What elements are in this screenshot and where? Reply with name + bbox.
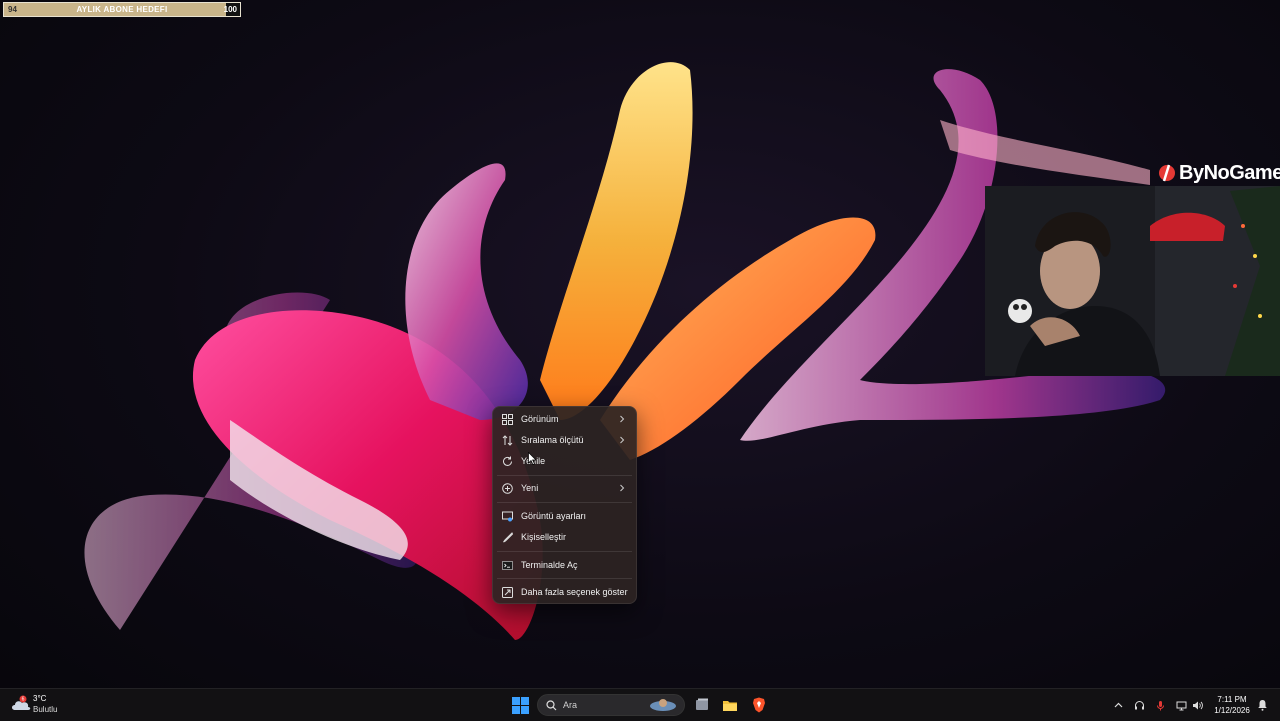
- menu-item-label: Görüntü ayarları: [521, 511, 587, 521]
- search-highlight-icon: [650, 699, 676, 711]
- clock-time: 7:11 PM: [1217, 695, 1247, 704]
- webcam-feed: [985, 186, 1280, 376]
- menu-separator: [497, 475, 632, 476]
- sponsor-mark-icon: [1159, 164, 1175, 182]
- weather-badge: 6: [22, 697, 25, 703]
- terminal-icon: [502, 560, 513, 570]
- headset-icon[interactable]: [1134, 700, 1145, 711]
- menu-item-sort[interactable]: Sıralama ölçütü: [497, 429, 632, 451]
- menu-item-label: Kişiselleştir: [521, 532, 567, 542]
- microphone-icon[interactable]: [1155, 700, 1166, 711]
- menu-item-label: Terminalde Aç: [521, 560, 578, 570]
- file-explorer-icon[interactable]: [722, 697, 738, 713]
- plus-circle-icon: [502, 482, 513, 494]
- menu-item-label: Görünüm: [521, 414, 559, 424]
- search-icon: [546, 700, 557, 711]
- cloud-icon: 6: [12, 695, 31, 710]
- display-icon: [502, 511, 513, 521]
- menu-item-label: Daha fazla seçenek göster: [521, 587, 628, 597]
- menu-item-open-terminal[interactable]: Terminalde Aç: [497, 554, 632, 576]
- menu-item-refresh[interactable]: Yenile: [497, 450, 632, 472]
- clock-date: 1/12/2026: [1214, 706, 1250, 715]
- taskbar-search[interactable]: Ara: [537, 694, 685, 716]
- search-placeholder: Ara: [563, 700, 578, 710]
- notification-bell-icon[interactable]: [1257, 699, 1268, 711]
- start-icon[interactable]: [512, 697, 529, 714]
- taskbar-clock[interactable]: 7:11 PM 1/12/2026: [1210, 694, 1254, 716]
- volume-icon[interactable]: [1192, 700, 1203, 711]
- weather-condition: Bulutlu: [33, 705, 58, 714]
- grid-icon: [502, 413, 513, 425]
- sponsor-name: ByNoGame: [1179, 161, 1280, 184]
- more-options-icon: [502, 586, 513, 598]
- menu-item-new[interactable]: Yeni: [497, 477, 632, 499]
- webcam-scene-icon: [985, 186, 1280, 376]
- desktop-context-menu: Görünüm Sıralama ölçütü Yenile Yeni Görü…: [492, 406, 637, 604]
- task-view-icon[interactable]: [694, 697, 710, 713]
- menu-separator: [497, 502, 632, 503]
- chevron-right-icon: [620, 484, 625, 492]
- weather-widget[interactable]: 6 3°C Bulutlu: [10, 693, 70, 717]
- chevron-right-icon: [620, 436, 625, 444]
- menu-item-label: Yenile: [521, 456, 632, 466]
- brush-icon: [503, 531, 513, 542]
- menu-item-label: Sıralama ölçütü: [521, 435, 584, 445]
- brave-browser-icon[interactable]: [751, 697, 767, 713]
- menu-item-label: Yeni: [521, 483, 539, 493]
- refresh-icon: [503, 456, 512, 466]
- taskbar: 6 3°C Bulutlu Ara 7:11 PM 1/12/2026: [0, 688, 1280, 721]
- menu-item-personalize[interactable]: Kişiselleştir: [497, 526, 632, 548]
- menu-item-show-more-options[interactable]: Daha fazla seçenek göster: [497, 581, 632, 603]
- subscriber-goal-bar: 94 AYLIK ABONE HEDEFI 100: [3, 2, 241, 17]
- goal-title: AYLIK ABONE HEDEFI: [76, 5, 168, 14]
- chevron-right-icon: [620, 415, 625, 423]
- sort-icon: [502, 434, 513, 446]
- sponsor-logo: ByNoGame: [1158, 160, 1280, 186]
- goal-max-value: 100: [223, 5, 237, 14]
- menu-separator: [497, 578, 632, 579]
- menu-separator: [497, 551, 632, 552]
- chevron-up-icon[interactable]: [1113, 700, 1124, 711]
- network-icon[interactable]: [1176, 700, 1187, 711]
- weather-temp: 3°C: [33, 694, 47, 703]
- mouse-cursor-icon: [528, 452, 537, 465]
- menu-item-display-settings[interactable]: Görüntü ayarları: [497, 505, 632, 527]
- menu-item-view[interactable]: Görünüm: [497, 408, 632, 430]
